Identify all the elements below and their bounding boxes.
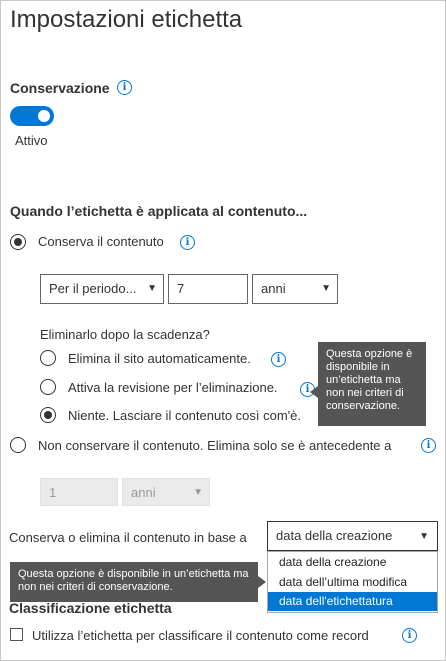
toggle-knob (38, 110, 50, 122)
period-select-value: Per il periodo... (49, 281, 137, 296)
based-on-label: Conserva o elimina il contenuto in base … (9, 530, 247, 545)
period-value-input[interactable]: 7 (168, 274, 248, 304)
chevron-down-icon: ▼ (419, 531, 429, 542)
classification-heading: Classificazione etichetta (9, 600, 172, 616)
option-review: Attiva la revisione per l’eliminazione. (68, 380, 278, 395)
radio-dont-keep[interactable] (10, 437, 26, 453)
classify-record-checkbox[interactable] (10, 628, 23, 641)
tooltip-label-option: Questa opzione è disponibile in un’etich… (10, 562, 266, 602)
option-delete-auto: Elimina il sito automaticamente. (68, 351, 251, 366)
unit-select[interactable]: anni ▼ (252, 274, 338, 304)
dont-keep-unit-select[interactable]: anni ▼ (122, 478, 210, 506)
delete-after-label: Eliminarlo dopo la scadenza? (40, 327, 210, 342)
info-icon[interactable]: i (117, 80, 132, 95)
tooltip-label-option: Questa opzione è disponibile in un’etich… (310, 342, 426, 426)
retention-toggle[interactable] (10, 106, 54, 126)
info-icon[interactable]: i (402, 628, 417, 643)
chevron-down-icon: ▼ (193, 487, 203, 498)
dropdown-option-creation[interactable]: data della creazione (268, 553, 437, 572)
applied-heading: Quando l’etichetta è applicata al conten… (10, 203, 308, 219)
dropdown-option-modified[interactable]: data dell’ultima modifica (268, 572, 437, 592)
chevron-down-icon: ▼ (147, 283, 157, 294)
toggle-state-label: Attivo (15, 133, 48, 148)
dropdown-option-labeled[interactable]: data dell'etichettatura (268, 592, 437, 611)
info-icon[interactable]: i (421, 438, 436, 453)
classify-record-label: Utilizza l’etichetta per classificare il… (32, 628, 369, 643)
dont-keep-value-input[interactable]: 1 (40, 478, 118, 506)
page-title: Impostazioni etichetta (10, 6, 243, 33)
tooltip-text: Questa opzione è disponibile in un’etich… (18, 568, 249, 593)
chevron-down-icon: ▼ (321, 283, 331, 294)
tooltip-text: Questa opzione è disponibile in un’etich… (326, 348, 413, 412)
based-on-select-value: data della creazione (276, 528, 393, 543)
based-on-select[interactable]: data della creazione ▼ (267, 521, 438, 551)
info-icon[interactable]: i (271, 352, 286, 367)
unit-select-value: anni (261, 281, 286, 296)
radio-delete-auto[interactable] (40, 350, 56, 366)
keep-content-label: Conserva il contenuto (38, 234, 164, 249)
tooltip-arrow (258, 576, 266, 588)
dont-keep-label: Non conservare il contenuto. Elimina sol… (38, 438, 392, 453)
radio-nothing[interactable] (40, 407, 56, 423)
dont-keep-value: 1 (49, 485, 57, 500)
tooltip-arrow (310, 386, 318, 398)
based-on-dropdown-list: data della creazione data dell’ultima mo… (267, 551, 438, 613)
radio-keep-content[interactable] (10, 234, 26, 250)
period-value: 7 (177, 281, 185, 296)
retention-heading: Conservazione (10, 80, 110, 96)
period-select[interactable]: Per il periodo... ▼ (40, 274, 164, 304)
radio-review[interactable] (40, 379, 56, 395)
option-nothing: Niente. Lasciare il contenuto così com'è… (68, 408, 301, 423)
dont-keep-unit: anni (131, 485, 156, 500)
info-icon[interactable]: i (180, 235, 195, 250)
